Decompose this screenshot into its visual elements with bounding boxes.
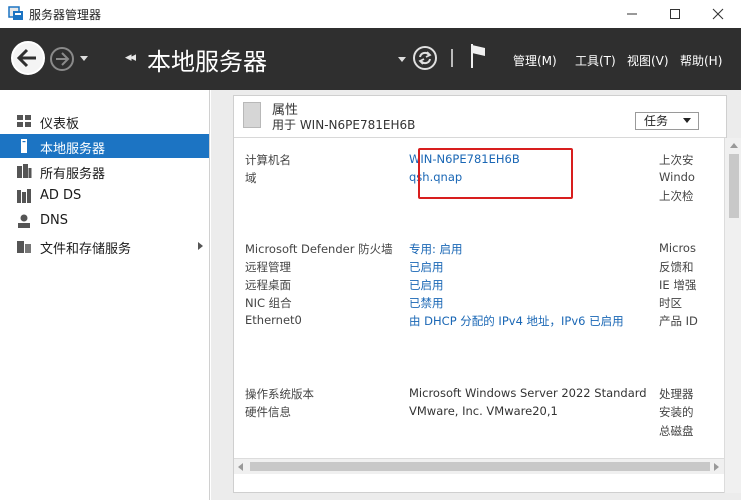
prop-key-nic-teaming: NIC 组合 — [245, 296, 292, 310]
sidebar-item-label: 文件和存储服务 — [40, 242, 132, 257]
server-manager-app-icon — [8, 6, 23, 20]
prop-col3-product-id: 产品 ID — [659, 314, 698, 328]
minimize-icon — [627, 13, 637, 15]
prop-col3-total-disk: 总磁盘 — [659, 424, 694, 438]
header-divider — [234, 137, 726, 138]
prop-value-remote-management[interactable]: 已启用 — [409, 259, 444, 275]
back-button[interactable] — [10, 40, 46, 76]
prop-col3-windows: Windo — [659, 170, 695, 184]
properties-header: 属性 用于 WIN-N6PE781EH6B 任务 — [234, 96, 726, 136]
horizontal-scrollbar[interactable] — [234, 458, 724, 474]
scroll-up-icon[interactable] — [730, 143, 738, 148]
header-bar: ◂◂ 本地服务器 管理(M) 工具(T) 视图(V) 帮助(H) — [0, 28, 741, 90]
horizontal-scroll-thumb[interactable] — [250, 462, 710, 471]
prop-key-os-version: 操作系统版本 — [245, 387, 314, 401]
sidebar-item-ad-ds[interactable]: AD DS — [0, 184, 209, 208]
prop-key-computer-name: 计算机名 — [245, 153, 291, 167]
vertical-scroll-thumb[interactable] — [729, 154, 739, 218]
sidebar-item-label: 本地服务器 — [40, 142, 106, 157]
flag-icon — [471, 44, 485, 68]
sidebar-item-dns[interactable]: DNS — [0, 209, 209, 233]
prop-key-firewall: Microsoft Defender 防火墙 — [245, 242, 393, 256]
refresh-dropdown-arrow[interactable] — [398, 57, 406, 62]
tasks-label: 任务 — [644, 114, 669, 128]
close-button[interactable] — [695, 0, 741, 28]
prop-key-remote-management: 远程管理 — [245, 260, 291, 274]
title-bar: 服务器管理器 — [0, 0, 741, 28]
prop-key-hardware: 硬件信息 — [245, 405, 291, 419]
menu-view[interactable]: 视图(V) — [627, 52, 669, 69]
prop-value-hardware: VMware, Inc. VMware20,1 — [409, 404, 558, 418]
forward-button[interactable] — [49, 46, 75, 72]
prop-key-domain: 域 — [245, 171, 257, 185]
arrow-right-icon — [56, 52, 70, 66]
vertical-scrollbar[interactable] — [724, 138, 741, 493]
breadcrumb-current: 本地服务器 — [147, 48, 267, 76]
sidebar-item-dashboard[interactable]: 仪表板 — [0, 109, 209, 133]
prop-key-remote-desktop: 远程桌面 — [245, 278, 291, 292]
maximize-icon — [670, 9, 680, 19]
notifications-flag-button[interactable] — [468, 42, 488, 70]
properties-subtitle: 用于 WIN-N6PE781EH6B — [272, 118, 416, 132]
prop-value-os-version: Microsoft Windows Server 2022 Standard — [409, 386, 647, 400]
maximize-button[interactable] — [652, 0, 698, 28]
highlight-box — [418, 148, 573, 199]
prop-col3-microsoft: Micros — [659, 241, 696, 255]
ad-ds-icon — [17, 189, 31, 203]
window-title: 服务器管理器 — [29, 8, 102, 22]
header-separator — [451, 49, 453, 67]
properties-panel: 属性 用于 WIN-N6PE781EH6B 任务 计算机名 WIN-N6PE78… — [233, 95, 741, 493]
prop-key-ethernet0: Ethernet0 — [245, 313, 302, 327]
dns-icon — [18, 214, 30, 228]
sidebar-item-local-server[interactable]: 本地服务器 — [0, 134, 209, 158]
properties-section-icon — [243, 102, 261, 128]
scroll-right-icon[interactable] — [714, 463, 719, 471]
expand-arrow-icon[interactable] — [198, 242, 203, 250]
chevron-down-icon — [683, 118, 691, 123]
prop-value-ethernet0[interactable]: 由 DHCP 分配的 IPv4 地址，IPv6 已启用 — [409, 313, 624, 329]
menu-manage[interactable]: 管理(M) — [513, 52, 557, 69]
prop-col3-last-update: 上次安 — [659, 153, 694, 167]
sidebar-item-all-servers[interactable]: 所有服务器 — [0, 159, 209, 183]
refresh-icon — [418, 51, 432, 65]
left-navigation: 仪表板 本地服务器 所有服务器 AD DS DNS 文件和存储服务 — [0, 90, 210, 500]
history-dropdown-arrow[interactable] — [80, 56, 88, 61]
dashboard-icon — [17, 115, 31, 127]
prop-col3-timezone: 时区 — [659, 296, 682, 310]
prop-value-nic-teaming[interactable]: 已禁用 — [409, 295, 444, 311]
server-manager-window: 服务器管理器 ◂◂ 本地服务器 管理(M) 工具(T) 视图(V) 帮助(H) … — [0, 0, 741, 500]
sidebar-item-label: AD DS — [40, 188, 82, 203]
prop-col3-processor: 处理器 — [659, 387, 694, 401]
close-icon — [712, 8, 724, 20]
refresh-button[interactable] — [412, 45, 438, 71]
local-server-icon — [21, 139, 27, 153]
menu-tools[interactable]: 工具(T) — [575, 52, 616, 69]
menu-help[interactable]: 帮助(H) — [680, 52, 722, 69]
prop-col3-ie-enhanced: IE 增强 — [659, 278, 697, 292]
scroll-left-icon[interactable] — [238, 463, 243, 471]
prop-col3-last-check: 上次检 — [659, 189, 694, 203]
breadcrumb-separator-icon: ◂◂ — [125, 50, 136, 65]
sidebar-item-file-storage[interactable]: 文件和存储服务 — [0, 234, 209, 258]
sidebar-item-label: DNS — [40, 213, 68, 228]
tasks-dropdown-button[interactable]: 任务 — [635, 112, 699, 130]
minimize-button[interactable] — [609, 0, 655, 28]
prop-value-firewall[interactable]: 专用: 启用 — [409, 241, 463, 257]
prop-col3-installed: 安装的 — [659, 405, 694, 419]
sidebar-item-label: 仪表板 — [40, 117, 80, 132]
file-storage-icon — [17, 241, 31, 253]
prop-value-remote-desktop[interactable]: 已启用 — [409, 277, 444, 293]
sidebar-item-label: 所有服务器 — [40, 167, 106, 182]
all-servers-icon — [17, 164, 32, 178]
prop-col3-feedback: 反馈和 — [659, 260, 694, 274]
main-content: 属性 用于 WIN-N6PE781EH6B 任务 计算机名 WIN-N6PE78… — [211, 90, 741, 500]
